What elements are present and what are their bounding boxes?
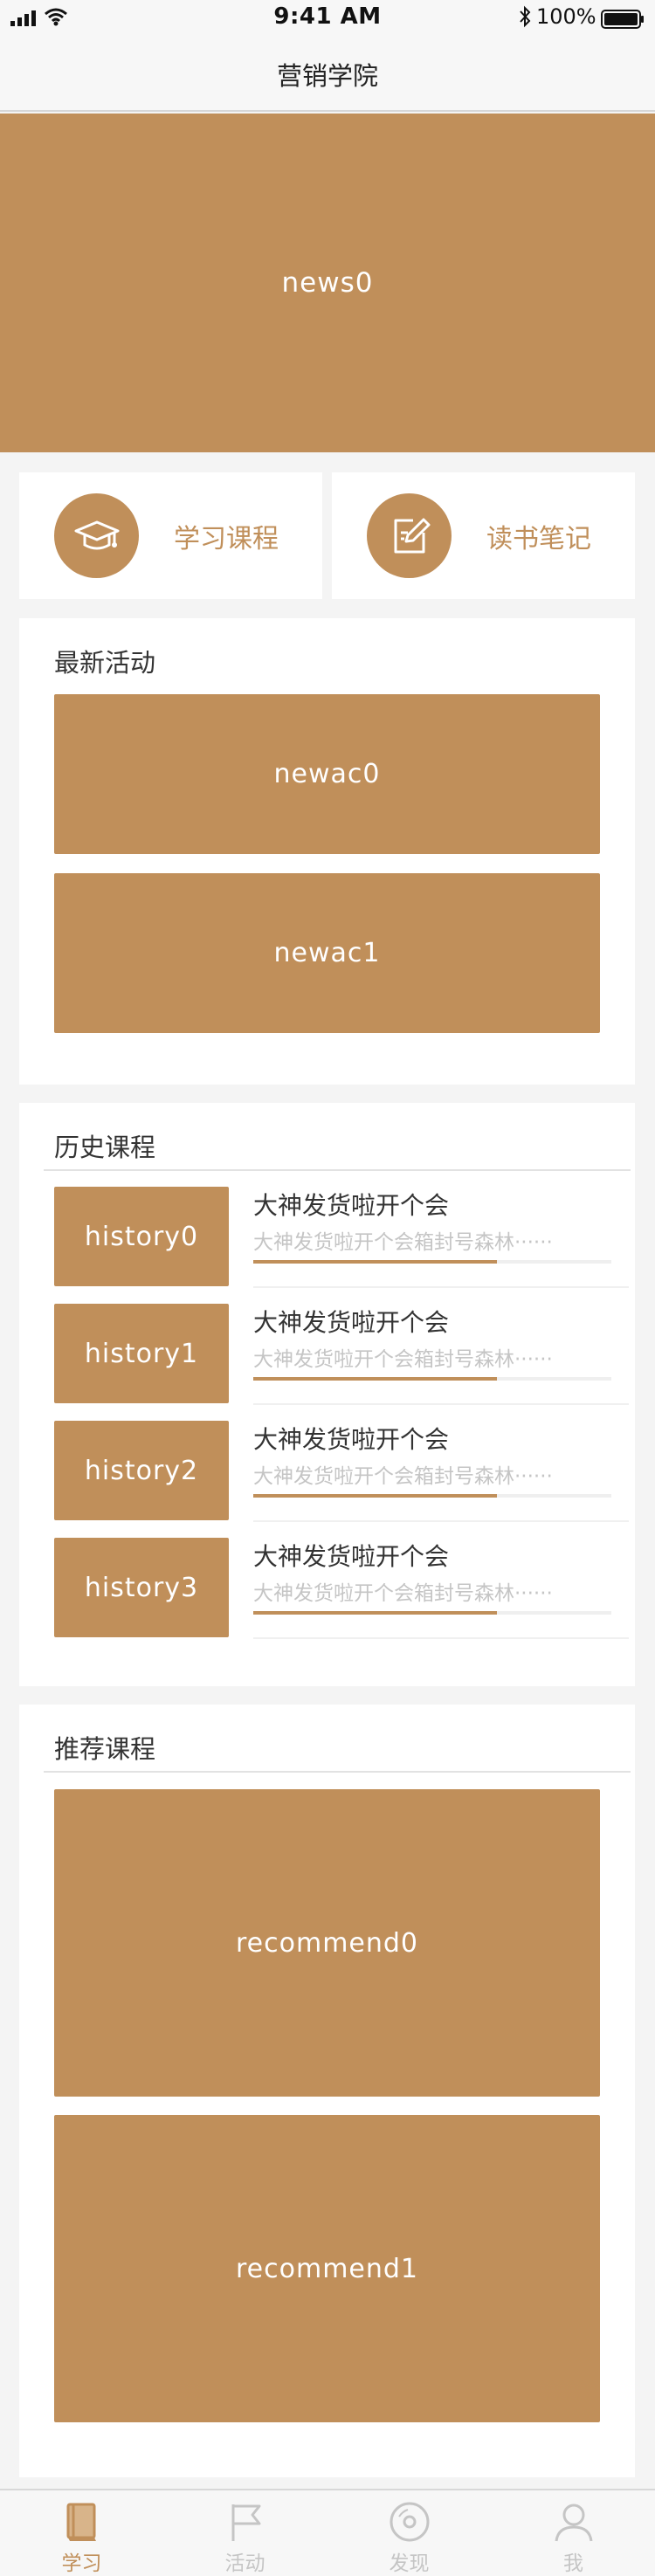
course-thumbnail: history3 <box>54 1538 229 1637</box>
reading-notes-button[interactable]: 读书笔记 <box>332 472 635 599</box>
reading-notes-label: 读书笔记 <box>486 523 591 554</box>
latest-activities-section: 最新活动 newac0 newac1 <box>19 618 635 1085</box>
course-thumbnail: history1 <box>54 1304 229 1403</box>
recommend-card-label: recommend0 <box>235 1927 419 1959</box>
course-subtitle: 大神发货啦开个会箱封号森林······ <box>253 1348 553 1371</box>
nav-bar: 营销学院 <box>0 35 655 112</box>
progress-bar <box>253 1494 611 1498</box>
activity-card-label: newac1 <box>273 938 381 968</box>
progress-bar <box>253 1377 611 1381</box>
progress-fill <box>253 1494 497 1498</box>
tab-study[interactable]: 学习 <box>0 2490 163 2576</box>
progress-bar <box>253 1611 611 1615</box>
history-course-item[interactable]: history2 大神发货啦开个会 大神发货啦开个会箱封号森林······ <box>19 1421 635 1538</box>
study-courses-button[interactable]: 学习课程 <box>19 472 322 599</box>
course-subtitle: 大神发货啦开个会箱封号森林······ <box>253 1465 553 1488</box>
row-divider <box>253 1286 629 1288</box>
progress-bar <box>253 1260 611 1264</box>
tab-bar: 学习 活动 发现 我 <box>0 2489 655 2576</box>
note-edit-icon <box>367 493 452 578</box>
progress-fill <box>253 1611 497 1615</box>
recommend-card-label: recommend1 <box>235 2253 419 2284</box>
history-course-item[interactable]: history1 大神发货啦开个会 大神发货啦开个会箱封号森林······ <box>19 1304 635 1421</box>
app-screen: 9:41 AM 100% 营销学院 news0 学习课程 读书笔记 最新活动 n… <box>0 0 655 2576</box>
tab-label: 学习 <box>61 2552 102 2575</box>
news-banner[interactable]: news0 <box>0 114 655 452</box>
graduation-cap-icon <box>54 493 139 578</box>
disc-icon <box>390 2502 429 2542</box>
activity-card[interactable]: newac0 <box>54 694 600 854</box>
status-bar: 9:41 AM 100% <box>0 0 655 35</box>
thumbnail-label: history0 <box>84 1221 199 1252</box>
book-icon <box>66 2503 96 2541</box>
tab-label: 活动 <box>224 2552 265 2575</box>
flag-icon <box>231 2504 260 2541</box>
history-courses-section: 历史课程 history0 大神发货啦开个会 大神发货啦开个会箱封号森林····… <box>19 1103 635 1686</box>
section-divider <box>44 1169 631 1171</box>
course-thumbnail: history0 <box>54 1187 229 1286</box>
study-courses-label: 学习课程 <box>174 523 279 554</box>
banner-label: news0 <box>281 267 374 299</box>
course-title: 大神发货啦开个会 <box>253 1425 450 1454</box>
row-divider <box>253 1520 629 1522</box>
recommend-card[interactable]: recommend0 <box>54 1789 600 2097</box>
recommended-courses-section: 推荐课程 recommend0 recommend1 <box>19 1705 635 2477</box>
progress-fill <box>253 1260 497 1264</box>
tab-me[interactable]: 我 <box>492 2490 655 2576</box>
section-title: 推荐课程 <box>54 1734 156 1764</box>
tab-label: 我 <box>563 2552 583 2575</box>
section-title: 历史课程 <box>54 1133 156 1162</box>
history-course-item[interactable]: history0 大神发货啦开个会 大神发货啦开个会箱封号森林······ <box>19 1187 635 1304</box>
tab-label: 发现 <box>389 2552 430 2575</box>
course-thumbnail: history2 <box>54 1421 229 1520</box>
tab-discover[interactable]: 发现 <box>328 2490 491 2576</box>
course-title: 大神发货啦开个会 <box>253 1542 450 1571</box>
page-title: 营销学院 <box>276 61 378 91</box>
activity-card-label: newac0 <box>273 759 381 789</box>
section-divider <box>44 1771 631 1773</box>
tab-activity[interactable]: 活动 <box>163 2490 327 2576</box>
course-title: 大神发货啦开个会 <box>253 1191 450 1220</box>
user-icon <box>555 2504 592 2542</box>
bluetooth-icon <box>520 5 531 28</box>
progress-fill <box>253 1377 497 1381</box>
row-divider <box>253 1403 629 1405</box>
battery-icon <box>601 10 644 29</box>
thumbnail-label: history1 <box>84 1338 199 1369</box>
section-title: 最新活动 <box>54 648 156 678</box>
activity-card[interactable]: newac1 <box>54 873 600 1033</box>
course-subtitle: 大神发货啦开个会箱封号森林······ <box>253 1231 553 1254</box>
thumbnail-label: history2 <box>84 1455 199 1486</box>
course-title: 大神发货啦开个会 <box>253 1308 450 1337</box>
history-course-item[interactable]: history3 大神发货啦开个会 大神发货啦开个会箱封号森林······ <box>19 1538 635 1655</box>
course-subtitle: 大神发货啦开个会箱封号森林······ <box>253 1582 553 1605</box>
battery-percent: 100% <box>536 4 596 29</box>
recommend-card[interactable]: recommend1 <box>54 2115 600 2422</box>
row-divider <box>253 1637 629 1639</box>
thumbnail-label: history3 <box>84 1572 199 1603</box>
